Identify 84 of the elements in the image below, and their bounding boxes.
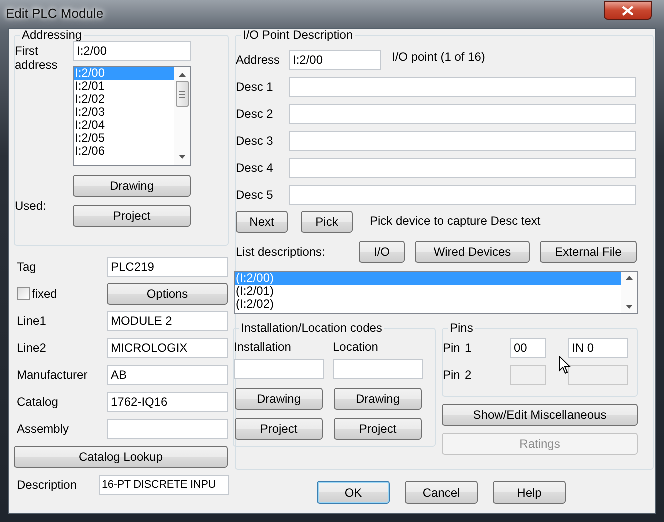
text-field[interactable] — [107, 418, 228, 438]
field-label: Desc 4 — [236, 161, 274, 175]
group-title: Pins — [449, 322, 474, 334]
dialog-button[interactable]: OK — [317, 481, 390, 504]
description-field[interactable] — [289, 77, 636, 97]
field-label: Desc 3 — [236, 134, 274, 148]
field-label: First address — [15, 43, 59, 74]
group-title: Installation/Location codes — [240, 322, 384, 334]
list-item[interactable]: I:2/04 — [74, 119, 174, 132]
code-field[interactable] — [234, 359, 324, 379]
code-button[interactable]: Drawing — [235, 388, 323, 410]
first-address-field[interactable]: I:2/00 — [73, 41, 191, 61]
miscellaneous-button[interactable]: Show/Edit Miscellaneous — [442, 404, 638, 426]
code-field[interactable] — [333, 359, 423, 379]
field-label: Description — [17, 478, 78, 492]
text-field[interactable]: 1762-IQ16 — [107, 392, 228, 412]
list-source-button[interactable]: I/O — [359, 241, 405, 263]
mouse-pointer-icon — [559, 356, 571, 376]
scrollbar[interactable] — [621, 272, 637, 313]
list-item[interactable]: I:2/05 — [74, 132, 174, 145]
description-list[interactable]: (I:2/00) (I:2/01) (I:2/02) — [234, 271, 638, 314]
group-title: Addressing — [21, 29, 84, 41]
list-item[interactable]: I:2/02 — [74, 93, 174, 106]
field-label: Desc 2 — [236, 107, 274, 121]
field-label: Catalog — [17, 394, 60, 408]
pin-number: 2 — [465, 368, 473, 382]
scrollbar[interactable] — [174, 67, 190, 165]
address-field[interactable]: I:2/00 — [289, 50, 381, 70]
address-list[interactable]: I:2/00 I:2/01 I:2/02 I:2/03 I:2/04 I:2/05 I:2/06 — [73, 66, 191, 166]
io-point-info: I/O point (1 of 16) — [392, 50, 486, 64]
description-field[interactable]: 16-PT DISCRETE INPU — [99, 474, 229, 494]
text-field[interactable]: MODULE 2 — [107, 310, 228, 330]
next-button[interactable]: Next — [236, 211, 288, 233]
list-item[interactable]: (I:2/01) — [235, 285, 621, 298]
field-label: Pin — [443, 341, 462, 355]
dialog-button[interactable]: Cancel — [405, 481, 478, 504]
description-field[interactable] — [289, 131, 636, 151]
field-label: Manufacturer — [17, 368, 89, 382]
field-label: Pin — [443, 368, 462, 382]
text-field[interactable]: AB — [107, 364, 228, 384]
code-button[interactable]: Project — [334, 418, 422, 440]
field-label: Installation — [234, 340, 292, 354]
close-icon — [622, 6, 634, 16]
close-button[interactable] — [604, 1, 652, 20]
catalog-lookup-button[interactable]: Catalog Lookup — [14, 446, 228, 468]
pick-button[interactable]: Pick — [301, 211, 353, 233]
pin-number: 1 — [465, 341, 473, 355]
description-field[interactable] — [289, 185, 636, 205]
fixed-checkbox[interactable]: fixed — [17, 286, 107, 300]
field-label: Address — [236, 53, 282, 67]
used-button[interactable]: Project — [73, 205, 191, 227]
field-label: Tag — [17, 260, 38, 274]
list-source-button[interactable]: External File — [540, 241, 637, 263]
down-arrow-icon — [178, 155, 186, 159]
field-label: Line2 — [17, 340, 48, 354]
field-label: Desc 1 — [236, 80, 274, 94]
field-label: Location — [333, 340, 380, 354]
list-item[interactable]: I:2/01 — [74, 80, 174, 93]
hint-text: Pick device to capture Desc text — [370, 214, 541, 228]
description-field[interactable] — [289, 104, 636, 124]
field-label: Line1 — [17, 314, 48, 328]
dialog-button[interactable]: Help — [493, 481, 566, 504]
description-field[interactable] — [289, 158, 636, 178]
group-title: I/O Point Description — [242, 29, 354, 41]
code-button[interactable]: Drawing — [334, 388, 422, 410]
code-button[interactable]: Project — [235, 418, 323, 440]
list-item[interactable]: I:2/06 — [74, 145, 174, 158]
pin-name-field[interactable]: IN 0 — [568, 338, 628, 358]
down-arrow-icon — [626, 305, 632, 309]
field-label: Used: — [15, 198, 48, 215]
field-label: Desc 5 — [236, 188, 274, 202]
pin-code-field[interactable]: 00 — [510, 338, 546, 358]
up-arrow-icon — [626, 276, 632, 280]
used-button[interactable]: Drawing — [73, 175, 191, 197]
tag-field[interactable]: PLC219 — [107, 256, 228, 276]
field-label: Assembly — [17, 422, 70, 436]
window-title: Edit PLC Module — [6, 6, 104, 21]
list-item[interactable]: (I:2/02) — [235, 298, 621, 311]
list-item[interactable]: I:2/03 — [74, 106, 174, 119]
field-label: List descriptions: — [236, 245, 326, 259]
list-source-button[interactable]: Wired Devices — [415, 241, 530, 263]
options-button[interactable]: Options — [107, 282, 228, 304]
up-arrow-icon — [178, 73, 186, 77]
text-field[interactable]: MICROLOGIX — [107, 338, 228, 358]
